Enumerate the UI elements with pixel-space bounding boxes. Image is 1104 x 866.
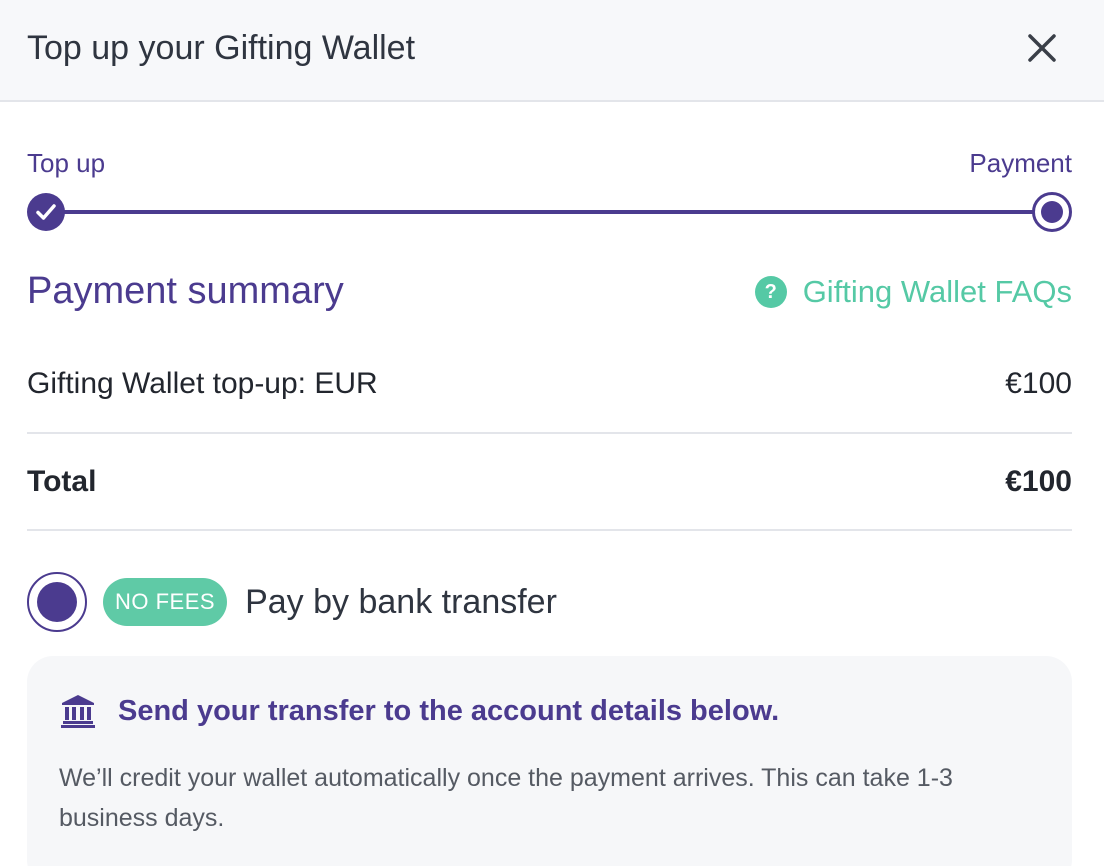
stepper-progress-line [47, 210, 1052, 214]
modal-title: Top up your Gifting Wallet [27, 29, 416, 67]
radio-selected-dot [37, 582, 77, 622]
close-icon [1028, 34, 1056, 62]
gifting-wallet-faqs-link[interactable]: ? Gifting Wallet FAQs [754, 272, 1072, 312]
question-icon: ? [754, 276, 787, 308]
check-icon [36, 204, 56, 220]
step-label-top-up: Top up [27, 148, 106, 178]
step-label-payment: Payment [969, 148, 1072, 178]
total-line-item: Total €100 [27, 460, 1072, 504]
step-current-dot [1041, 201, 1063, 223]
no-fees-badge: NO FEES [103, 578, 228, 626]
total-amount: €100 [1005, 465, 1072, 498]
close-button[interactable] [1020, 26, 1064, 70]
faq-link-label: Gifting Wallet FAQs [802, 274, 1072, 309]
stepper-labels: Top up Payment [27, 146, 1072, 180]
topup-amount: €100 [1005, 367, 1072, 400]
divider [27, 529, 1072, 531]
step-payment-current [1032, 192, 1072, 232]
topup-line-item: Gifting Wallet top-up: EUR €100 [27, 362, 1072, 406]
divider [27, 432, 1072, 434]
step-top-up-completed [27, 193, 65, 231]
bank-transfer-label: Pay by bank transfer [245, 582, 557, 621]
info-heading-text: Send your transfer to the account detail… [118, 694, 780, 727]
bank-transfer-info-box: Send your transfer to the account detail… [27, 656, 1072, 866]
total-label: Total [27, 465, 97, 498]
bank-icon [61, 695, 95, 728]
info-body-text: We’ll credit your wallet automatically o… [59, 764, 953, 832]
payment-summary-title: Payment summary [27, 270, 344, 312]
stepper [27, 191, 1072, 233]
bank-transfer-radio[interactable] [27, 572, 87, 632]
bank-transfer-option[interactable]: NO FEES Pay by bank transfer [27, 572, 557, 632]
top-up-modal: Top up your Gifting Wallet Top up Paymen… [0, 0, 1104, 866]
modal-header: Top up your Gifting Wallet [0, 0, 1104, 102]
info-heading: Send your transfer to the account detail… [60, 694, 779, 728]
topup-label: Gifting Wallet top-up: EUR [27, 367, 378, 400]
